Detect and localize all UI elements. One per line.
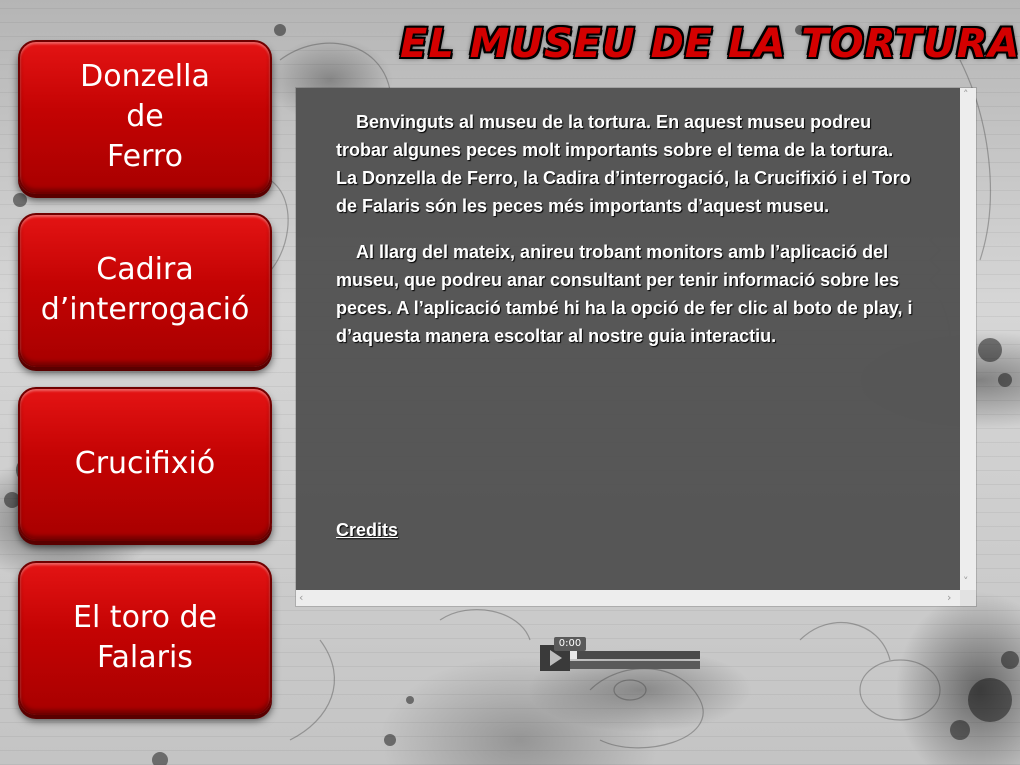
info-paragraph: Al llarg del mateix, anireu trobant moni… (336, 242, 913, 346)
time-display: 0:00 (554, 637, 586, 651)
nav-button-donzella-de-ferro[interactable]: Donzella de Ferro (18, 40, 272, 194)
audio-player[interactable]: 0:00 (540, 637, 702, 673)
content-area: Benvinguts al museu de la tortura. En aq… (296, 88, 960, 590)
nav-button-label: Crucifixió (74, 446, 216, 481)
chevron-down-icon[interactable]: ˅ (963, 576, 969, 587)
nav-button-crucifixio[interactable]: Crucifixió (18, 387, 272, 541)
nav-button-cadira-interrogacio[interactable]: Cadira d’interrogació (18, 213, 272, 367)
credits-link[interactable]: Credits (336, 520, 398, 541)
volume-track[interactable] (570, 661, 700, 669)
nav-button-label: Donzella de Ferro (80, 59, 210, 174)
nav-button-label: Cadira d’interrogació (40, 252, 250, 327)
chevron-up-icon[interactable]: ˄ (963, 89, 969, 100)
horizontal-scrollbar[interactable]: ‹ › (296, 590, 960, 606)
page-title: EL MUSEU DE LA TORTURA (400, 21, 1020, 67)
progress-track[interactable] (570, 651, 700, 659)
intro-paragraph: Benvinguts al museu de la tortura. En aq… (336, 112, 911, 216)
chevron-left-icon[interactable]: ‹ (299, 592, 303, 603)
vertical-scrollbar[interactable]: ˄ ˅ (960, 88, 976, 590)
content-panel[interactable]: Benvinguts al museu de la tortura. En aq… (296, 88, 976, 606)
scrollbar-corner (960, 590, 976, 606)
progress-fill (570, 651, 577, 659)
nav-button-toro-de-falaris[interactable]: El toro de Falaris (18, 561, 272, 715)
welcome-text: Benvinguts al museu de la tortura. En aq… (336, 108, 916, 368)
chevron-right-icon[interactable]: › (947, 592, 951, 603)
nav-button-label: El toro de Falaris (72, 600, 217, 675)
